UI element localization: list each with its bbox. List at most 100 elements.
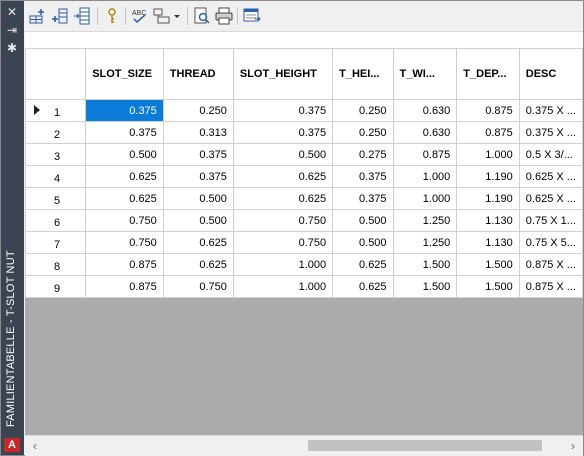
cell-slot-height[interactable]: 0.375 (232, 121, 334, 144)
cell-desc[interactable]: 0.875 X ... (518, 275, 584, 298)
column-header-thread[interactable]: THREAD (162, 48, 234, 100)
cell-desc[interactable]: 0.75 X 1... (518, 209, 584, 232)
cell-t-height[interactable]: 0.275 (332, 143, 394, 166)
cell-slot-height[interactable]: 0.625 (232, 165, 334, 188)
row-header-corner[interactable] (24, 48, 87, 100)
cell-slot-size[interactable]: 0.625 (85, 187, 164, 210)
scroll-left-icon[interactable]: ‹ (29, 439, 41, 453)
cell-desc[interactable]: 0.875 X ... (518, 253, 584, 276)
cell-slot-height[interactable]: 0.375 (232, 99, 334, 122)
cell-thread[interactable]: 0.625 (162, 231, 234, 254)
row-header[interactable]: 2 (24, 121, 87, 144)
cell-desc[interactable]: 0.625 X ... (518, 165, 584, 188)
table-row[interactable]: 1 0.375 0.250 0.375 0.250 0.630 0.875 0.375 X .… (24, 99, 584, 122)
cell-t-depth[interactable]: 1.130 (456, 209, 520, 232)
row-header[interactable]: 7 (24, 231, 87, 254)
cell-slot-size[interactable]: 0.625 (85, 165, 164, 188)
cell-slot-height[interactable]: 1.000 (232, 275, 334, 298)
cell-desc[interactable]: 0.625 X ... (518, 187, 584, 210)
layout-dropdown-icon[interactable] (153, 7, 181, 25)
column-header-t-width[interactable]: T_WI... (392, 48, 458, 100)
cell-t-depth[interactable]: 1.000 (456, 143, 520, 166)
row-header[interactable]: 5 (24, 187, 87, 210)
cell-t-height[interactable]: 0.250 (332, 121, 394, 144)
cell-t-depth[interactable]: 1.500 (456, 253, 520, 276)
cell-slot-size[interactable]: 0.375 (85, 99, 164, 122)
cell-t-width[interactable]: 1.500 (392, 275, 458, 298)
table-row[interactable]: 2 0.375 0.313 0.375 0.250 0.630 0.875 0.375 X .… (24, 121, 584, 144)
cell-t-width[interactable]: 0.875 (392, 143, 458, 166)
spellcheck-icon[interactable]: ABC (131, 7, 149, 25)
table-row[interactable]: 7 0.750 0.625 0.750 0.500 1.250 1.130 0.75 X 5.… (24, 231, 584, 254)
cell-t-height[interactable]: 0.250 (332, 99, 394, 122)
cell-t-width[interactable]: 1.000 (392, 165, 458, 188)
gear-icon[interactable]: ✱ (5, 41, 19, 55)
table-row[interactable]: 8 0.875 0.625 1.000 0.625 1.500 1.500 0.875 X .… (24, 253, 584, 276)
table-row[interactable]: 5 0.625 0.500 0.625 0.375 1.000 1.190 0.625 X .… (24, 187, 584, 210)
table-row[interactable]: 3 0.500 0.375 0.500 0.275 0.875 1.000 0.5 X 3/.… (24, 143, 584, 166)
cell-slot-size[interactable]: 0.750 (85, 231, 164, 254)
insert-row-icon[interactable] (29, 7, 47, 25)
cell-t-width[interactable]: 0.630 (392, 99, 458, 122)
scroll-right-icon[interactable]: › (567, 439, 579, 453)
autohide-icon[interactable]: ⇥ (5, 23, 19, 37)
column-header-slot-height[interactable]: SLOT_HEIGHT (232, 48, 334, 100)
cell-t-height[interactable]: 0.500 (332, 209, 394, 232)
cell-slot-height[interactable]: 0.750 (232, 231, 334, 254)
cell-desc[interactable]: 0.75 X 5... (518, 231, 584, 254)
cell-slot-height[interactable]: 1.000 (232, 253, 334, 276)
row-header[interactable]: 6 (24, 209, 87, 232)
cell-slot-size[interactable]: 0.875 (85, 253, 164, 276)
cell-desc[interactable]: 0.375 X ... (518, 99, 584, 122)
cell-t-width[interactable]: 1.250 (392, 231, 458, 254)
cell-thread[interactable]: 0.625 (162, 253, 234, 276)
cell-desc[interactable]: 0.375 X ... (518, 121, 584, 144)
cell-t-height[interactable]: 0.500 (332, 231, 394, 254)
cell-thread[interactable]: 0.250 (162, 99, 234, 122)
cell-slot-size[interactable]: 0.375 (85, 121, 164, 144)
row-header[interactable]: 4 (24, 165, 87, 188)
column-properties-icon[interactable] (73, 7, 91, 25)
cell-t-depth[interactable]: 1.190 (456, 187, 520, 210)
column-header-slot-size[interactable]: SLOT_SIZE (85, 48, 164, 100)
cell-t-width[interactable]: 1.250 (392, 209, 458, 232)
horizontal-scrollbar[interactable]: ‹ › (25, 435, 583, 456)
table-row[interactable]: 6 0.750 0.500 0.750 0.500 1.250 1.130 0.75 X 1.… (24, 209, 584, 232)
cell-slot-size[interactable]: 0.750 (85, 209, 164, 232)
cell-t-depth[interactable]: 0.875 (456, 99, 520, 122)
cell-t-width[interactable]: 0.630 (392, 121, 458, 144)
scrollbar-thumb[interactable] (308, 440, 542, 451)
column-header-desc[interactable]: DESC (518, 48, 584, 100)
cell-t-width[interactable]: 1.500 (392, 253, 458, 276)
row-header[interactable]: 3 (24, 143, 87, 166)
key-icon[interactable] (103, 7, 121, 25)
insert-column-icon[interactable] (51, 7, 69, 25)
cell-thread[interactable]: 0.500 (162, 187, 234, 210)
row-header[interactable]: 9 (24, 275, 87, 298)
cell-t-depth[interactable]: 0.875 (456, 121, 520, 144)
cell-t-height[interactable]: 0.625 (332, 275, 394, 298)
find-icon[interactable] (193, 7, 211, 25)
cell-t-height[interactable]: 0.375 (332, 165, 394, 188)
cell-slot-size[interactable]: 0.875 (85, 275, 164, 298)
table-row[interactable]: 9 0.875 0.750 1.000 0.625 1.500 1.500 0.875 X .… (24, 275, 584, 298)
cell-t-width[interactable]: 1.000 (392, 187, 458, 210)
close-icon[interactable]: ✕ (5, 5, 19, 19)
cell-slot-height[interactable]: 0.625 (232, 187, 334, 210)
cell-thread[interactable]: 0.313 (162, 121, 234, 144)
cell-t-depth[interactable]: 1.130 (456, 231, 520, 254)
cell-slot-height[interactable]: 0.750 (232, 209, 334, 232)
cell-desc[interactable]: 0.5 X 3/... (518, 143, 584, 166)
cell-t-height[interactable]: 0.375 (332, 187, 394, 210)
cell-slot-height[interactable]: 0.500 (232, 143, 334, 166)
cell-t-height[interactable]: 0.625 (332, 253, 394, 276)
row-header[interactable]: 1 (24, 99, 87, 122)
export-icon[interactable] (243, 7, 261, 25)
cell-thread[interactable]: 0.375 (162, 165, 234, 188)
table-row[interactable]: 4 0.625 0.375 0.625 0.375 1.000 1.190 0.625 X .… (24, 165, 584, 188)
row-header[interactable]: 8 (24, 253, 87, 276)
column-header-t-height[interactable]: T_HEI... (332, 48, 394, 100)
cell-t-depth[interactable]: 1.500 (456, 275, 520, 298)
cell-thread[interactable]: 0.375 (162, 143, 234, 166)
cell-thread[interactable]: 0.750 (162, 275, 234, 298)
